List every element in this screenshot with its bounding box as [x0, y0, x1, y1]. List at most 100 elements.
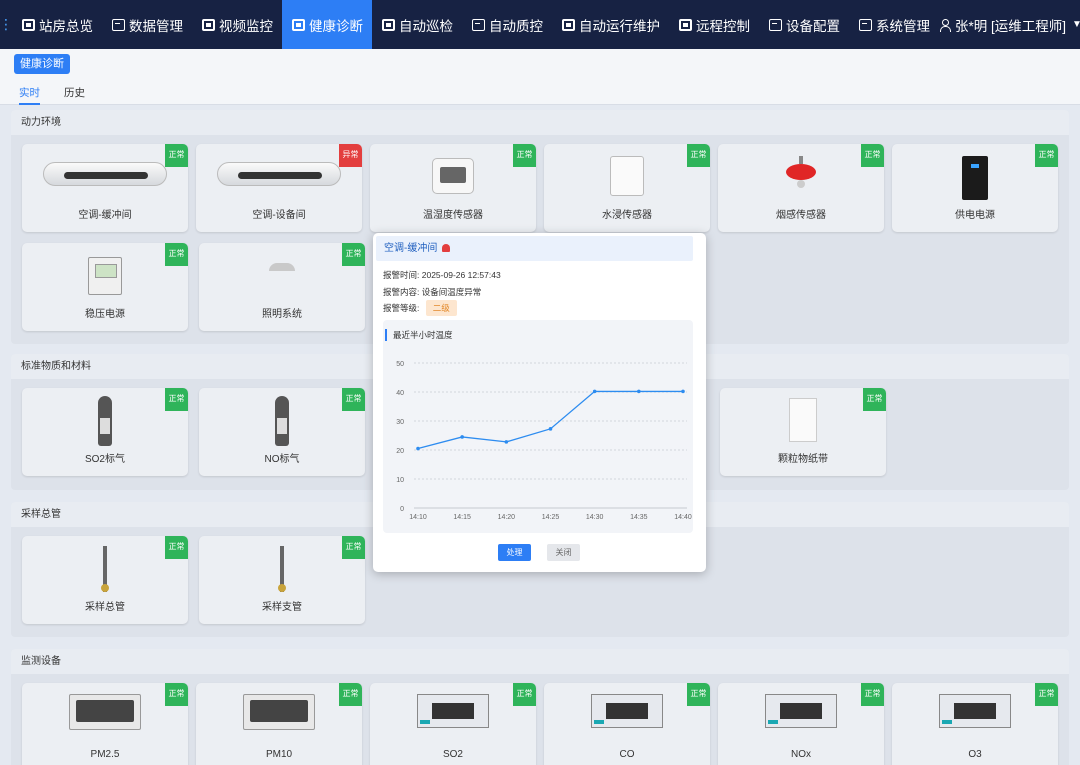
- nav-item-4[interactable]: 自动巡检: [372, 0, 462, 49]
- alarm-time-label: 报警时间:: [383, 270, 420, 280]
- data-point: [460, 435, 464, 439]
- alarm-level-badge: 二级: [425, 300, 457, 316]
- x-tick-label: 14:10: [409, 514, 427, 521]
- status-badge: 正常: [513, 683, 536, 706]
- device-card[interactable]: 正常 采样支管: [199, 536, 365, 624]
- device-label: 照明系统: [262, 309, 302, 320]
- device-image: [789, 398, 817, 442]
- device-card[interactable]: 正常稳压电源: [22, 243, 188, 331]
- data-point: [548, 427, 553, 431]
- alarm-bell-icon: [442, 244, 451, 252]
- device-label: 水浸传感器: [602, 210, 652, 221]
- nav-item-7[interactable]: 远程控制: [669, 0, 759, 49]
- device-label: 烟感传感器: [776, 210, 826, 221]
- status-badge: 正常: [165, 243, 188, 266]
- x-tick-label: 14:30: [586, 514, 604, 521]
- device-card[interactable]: 正常 NO标气: [199, 388, 365, 476]
- nav-item-8[interactable]: 设备配置: [759, 0, 849, 49]
- dashboard-icon: [22, 18, 35, 31]
- tab-realtime[interactable]: 实时: [19, 85, 40, 105]
- status-badge: 正常: [513, 144, 536, 167]
- device-image: [939, 694, 1011, 728]
- nav-item-9[interactable]: 系统管理: [849, 0, 939, 49]
- handle-button[interactable]: 处理: [498, 544, 531, 561]
- nav-item-6[interactable]: 自动运行维护: [552, 0, 669, 49]
- device-image: [43, 162, 167, 186]
- device-card[interactable]: 正常 NOx: [718, 683, 884, 765]
- device-card[interactable]: 正常烟感传感器: [718, 144, 884, 232]
- data-icon: [112, 18, 125, 31]
- device-card[interactable]: 正常 空调-缓冲间: [22, 144, 188, 232]
- status-badge: 正常: [1035, 683, 1058, 706]
- status-badge: 正常: [861, 144, 884, 167]
- device-image: [765, 694, 837, 728]
- device-label: 空调-设备间: [252, 210, 306, 221]
- alarm-time-row: 报警时间: 2025-09-26 12:57:43: [383, 269, 501, 281]
- y-tick-label: 40: [396, 390, 404, 397]
- device-image: [962, 156, 988, 200]
- status-badge: 正常: [863, 388, 886, 411]
- device-image: [98, 396, 112, 446]
- nav-item-0[interactable]: 站房总览: [12, 0, 102, 49]
- device-card[interactable]: 正常水浸传感器: [544, 144, 710, 232]
- device-card[interactable]: 正常 采样总管: [22, 536, 188, 624]
- y-tick-label: 20: [396, 448, 404, 455]
- device-image: [88, 257, 122, 295]
- device-label: CO: [619, 749, 635, 760]
- nav-item-label: 站房总览: [39, 18, 93, 34]
- user-menu[interactable]: 张*明 [运维工程师] ▼: [939, 15, 1080, 35]
- nav-item-label: 视频监控: [219, 18, 273, 34]
- status-badge: 正常: [342, 388, 365, 411]
- x-tick-label: 14:40: [674, 514, 692, 521]
- device-card[interactable]: 正常 温湿度传感器: [370, 144, 536, 232]
- status-badge: 正常: [687, 683, 710, 706]
- data-point: [681, 389, 685, 394]
- tab-history[interactable]: 历史: [64, 85, 85, 105]
- status-badge: 正常: [165, 536, 188, 559]
- nav-item-2[interactable]: 视频监控: [192, 0, 282, 49]
- device-image: [417, 694, 489, 728]
- device-card[interactable]: 正常 CO: [544, 683, 710, 765]
- device-label: 稳压电源: [85, 309, 125, 320]
- popup-title: 空调-缓冲间: [384, 243, 438, 254]
- chevron-down-icon: ▼: [1072, 19, 1080, 30]
- nav-item-3[interactable]: 健康诊断: [282, 0, 372, 49]
- nav-item-5[interactable]: 自动质控: [462, 0, 552, 49]
- status-badge: 正常: [1035, 144, 1058, 167]
- section-title: 监测设备: [11, 649, 1069, 674]
- device-image: [275, 396, 289, 446]
- user-icon: [939, 18, 951, 32]
- device-card[interactable]: 正常 SO2标气: [22, 388, 188, 476]
- device-card[interactable]: 正常 O3: [892, 683, 1058, 765]
- nav-item-label: 自动质控: [489, 18, 543, 34]
- page-tag[interactable]: 健康诊断: [14, 54, 70, 74]
- device-label: 空调-缓冲间: [78, 210, 132, 221]
- nav-item-label: 设备配置: [786, 18, 840, 34]
- device-card[interactable]: 正常 PM10: [196, 683, 362, 765]
- device-card[interactable]: 正常 SO2: [370, 683, 536, 765]
- status-badge: 正常: [861, 683, 884, 706]
- device-image: [101, 546, 109, 592]
- device-image: [243, 694, 315, 730]
- device-label: O3: [968, 749, 982, 760]
- nav-item-label: 数据管理: [129, 18, 183, 34]
- x-tick-label: 14:35: [630, 514, 648, 521]
- device-card[interactable]: 正常照明系统: [199, 243, 365, 331]
- device-card[interactable]: 正常 颗粒物纸带: [720, 388, 886, 476]
- device-card[interactable]: 异常 空调-设备间: [196, 144, 362, 232]
- alarm-level-row: 报警等级: 二级: [383, 300, 457, 316]
- close-button[interactable]: 关闭: [547, 544, 580, 561]
- status-badge: 正常: [687, 144, 710, 167]
- x-tick-label: 14:25: [542, 514, 560, 521]
- y-tick-label: 50: [396, 361, 404, 368]
- device-card[interactable]: 正常 PM2.5: [22, 683, 188, 765]
- device-card[interactable]: 正常 供电电源: [892, 144, 1058, 232]
- alarm-content-row: 报警内容: 设备间温度异常: [383, 286, 481, 298]
- top-nav: ⋮ 站房总览 数据管理 视频监控 健康诊断 自动巡检 自动质控 自动运行维护 远程控制 设备配置…: [0, 0, 1080, 49]
- inspect-icon: [382, 18, 395, 31]
- nav-item-1[interactable]: 数据管理: [102, 0, 192, 49]
- status-badge: 正常: [342, 243, 365, 266]
- user-name: 张*明 [运维工程师]: [955, 18, 1067, 34]
- y-tick-label: 10: [396, 477, 404, 484]
- device-label: SO2: [442, 749, 463, 760]
